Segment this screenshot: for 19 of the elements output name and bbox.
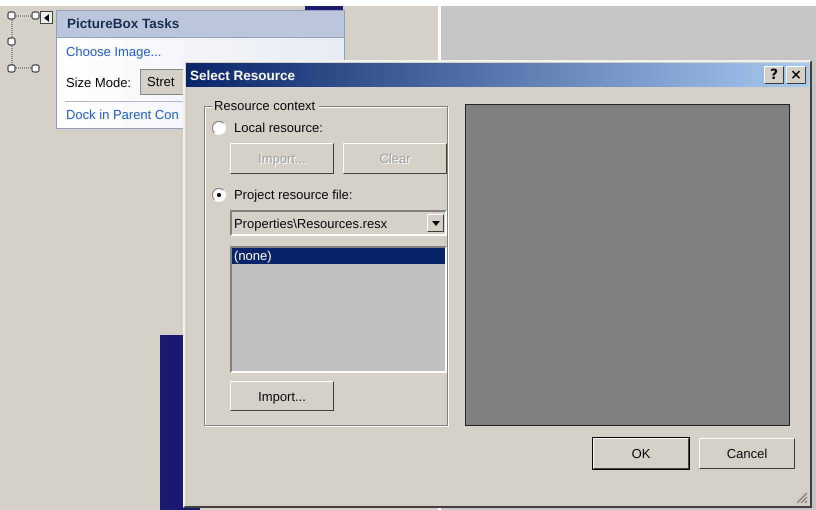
cancel-button[interactable]: Cancel bbox=[699, 438, 795, 469]
window-title: Select Resource bbox=[190, 68, 296, 82]
panel-title: PictureBox Tasks bbox=[57, 11, 344, 38]
resource-file-dropdown[interactable]: Properties\Resources.resx bbox=[230, 210, 447, 236]
radio-label: Local resource: bbox=[234, 120, 323, 135]
smart-tag-button[interactable] bbox=[40, 11, 53, 24]
choose-image-link[interactable]: Choose Image... bbox=[66, 41, 344, 63]
import-button[interactable]: Import... bbox=[230, 381, 334, 411]
size-mode-label: Size Mode: bbox=[66, 74, 132, 90]
list-item[interactable]: (none) bbox=[232, 248, 445, 264]
radio-button[interactable] bbox=[212, 120, 226, 134]
radio-button[interactable] bbox=[212, 188, 226, 202]
ok-button[interactable]: OK bbox=[593, 438, 689, 469]
resize-grip-icon bbox=[796, 492, 808, 504]
close-button[interactable]: × bbox=[786, 66, 806, 84]
help-button[interactable]: ? bbox=[764, 66, 784, 84]
left-triangle-icon bbox=[44, 14, 50, 22]
group-label: Resource context bbox=[212, 98, 320, 113]
radio-label: Project resource file: bbox=[234, 187, 352, 202]
